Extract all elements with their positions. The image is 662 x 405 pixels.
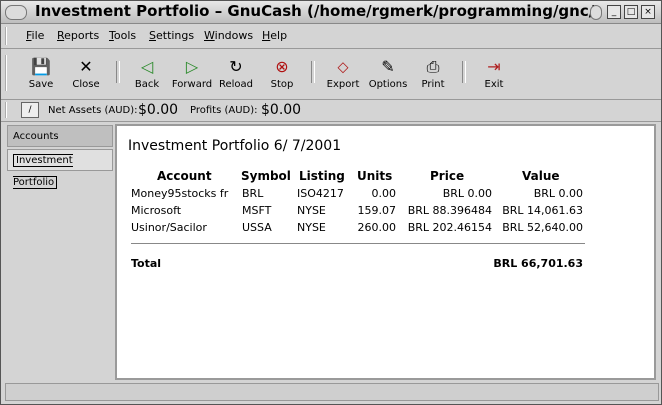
table-row-symbol: MSFT <box>242 204 272 217</box>
title-bar[interactable]: Investment Portfolio – GnuCash (/home/rg… <box>1 1 661 24</box>
column-header-account: Account <box>157 169 212 183</box>
menu-tools[interactable]: Tools <box>109 29 136 42</box>
total-divider <box>131 243 585 244</box>
table-row-listing: NYSE <box>297 221 326 234</box>
close-window-button[interactable]: × <box>641 5 655 19</box>
column-header-listing: Listing <box>299 169 345 183</box>
exit-button[interactable]: ⇥ Exit <box>471 53 517 95</box>
total-label: Total <box>131 257 162 270</box>
options-icon: ✎ <box>381 57 395 76</box>
tab-investment-portfolio-label: Investment Portfolio <box>13 154 73 189</box>
status-bar <box>5 383 659 401</box>
exit-icon: ⇥ <box>487 57 501 76</box>
net-assets-label: Net Assets (AUD): <box>48 105 138 116</box>
tab-investment-portfolio[interactable]: Investment Portfolio <box>7 149 113 189</box>
shade-button[interactable] <box>590 5 602 20</box>
toolbar-grip-handle[interactable] <box>5 55 13 91</box>
toolbar-separator <box>311 61 315 83</box>
summary-bar: / Net Assets (AUD): $0.00 Profits (AUD):… <box>1 100 661 122</box>
reload-icon: ↻ <box>229 57 243 76</box>
table-row-listing: NYSE <box>297 204 326 217</box>
exit-label: Exit <box>484 79 504 90</box>
column-header-value: Value <box>522 169 560 183</box>
table-row-value: BRL 52,640.00 <box>502 221 583 234</box>
table-row-price: BRL 202.46154 <box>407 221 492 234</box>
minimize-button[interactable]: _ <box>607 5 621 19</box>
maximize-button[interactable]: □ <box>624 5 638 19</box>
print-button[interactable]: ⎙ Print <box>410 53 456 95</box>
table-row-symbol: USSA <box>242 221 272 234</box>
table-row-account: Usinor/Sacilor <box>131 221 207 234</box>
options-button[interactable]: ✎ Options <box>365 53 411 95</box>
table-row-price: BRL 0.00 <box>442 187 492 200</box>
table-row-units: 260.00 <box>357 221 397 234</box>
tab-accounts[interactable]: Accounts <box>7 125 113 147</box>
toolbar-separator <box>462 61 466 83</box>
profits-label: Profits (AUD): <box>190 105 258 116</box>
summary-toggle-button[interactable]: / <box>21 102 39 118</box>
close-button[interactable]: ✕ Close <box>63 53 109 95</box>
menu-help[interactable]: Help <box>262 29 287 42</box>
print-label: Print <box>421 79 445 90</box>
table-row-price: BRL 88.396484 <box>407 204 492 217</box>
export-icon: ⬦ <box>337 57 349 76</box>
menu-file[interactable]: File <box>26 29 44 42</box>
gnucash-window: Investment Portfolio – GnuCash (/home/rg… <box>0 0 662 405</box>
table-row-value: BRL 0.00 <box>533 187 583 200</box>
options-label: Options <box>368 79 408 90</box>
back-label: Back <box>134 79 160 90</box>
column-header-price: Price <box>430 169 465 183</box>
table-row-units: 0.00 <box>371 187 397 200</box>
report-title: Investment Portfolio 6/ 7/2001 <box>128 138 342 154</box>
forward-arrow-icon: ▷ <box>185 57 199 76</box>
column-header-units: Units <box>357 169 393 183</box>
close-x-icon: ✕ <box>79 57 93 76</box>
table-row-account: Microsoft <box>131 204 182 217</box>
forward-button[interactable]: ▷ Forward <box>169 53 215 95</box>
report-panel: Investment Portfolio 6/ 7/2001 Account S… <box>115 124 656 380</box>
save-label: Save <box>28 79 54 90</box>
printer-icon: ⎙ <box>426 57 440 76</box>
tab-accounts-label: Accounts <box>13 131 59 142</box>
save-button[interactable]: 💾 Save <box>18 53 64 95</box>
profits-value: $0.00 <box>261 102 302 118</box>
table-row-listing: ISO4217 <box>297 187 344 200</box>
net-assets-value: $0.00 <box>138 102 179 118</box>
toolbar-separator <box>116 61 120 83</box>
menu-settings[interactable]: Settings <box>149 29 194 42</box>
column-header-symbol: Symbol <box>241 169 291 183</box>
table-row-symbol: BRL <box>242 187 264 200</box>
back-button[interactable]: ◁ Back <box>124 53 170 95</box>
stop-label: Stop <box>270 79 294 90</box>
window-title: Investment Portfolio – GnuCash (/home/rg… <box>35 2 595 20</box>
table-row-value: BRL 14,061.63 <box>502 204 583 217</box>
floppy-disk-icon: 💾 <box>31 57 51 76</box>
close-label: Close <box>72 79 100 90</box>
reload-label: Reload <box>218 79 254 90</box>
page-tabs: Accounts Investment Portfolio <box>7 125 113 375</box>
menu-windows[interactable]: Windows <box>204 29 253 42</box>
forward-label: Forward <box>171 79 213 90</box>
window-menu-button[interactable] <box>5 5 27 20</box>
reload-button[interactable]: ↻ Reload <box>213 53 259 95</box>
menubar-grip-handle[interactable] <box>5 27 13 45</box>
total-value: BRL 66,701.63 <box>493 257 583 270</box>
menu-reports[interactable]: Reports <box>57 29 99 42</box>
export-label: Export <box>326 79 360 90</box>
stop-icon: ⊗ <box>275 57 289 76</box>
toolbar: 💾 Save ✕ Close ◁ Back ▷ Forward ↻ Reload… <box>1 49 661 100</box>
table-row-units: 159.07 <box>357 204 397 217</box>
back-arrow-icon: ◁ <box>140 57 154 76</box>
menu-bar: File Reports Tools Settings Windows Help <box>1 24 661 49</box>
stop-button[interactable]: ⊗ Stop <box>259 53 305 95</box>
table-row-account: Money95stocks fr <box>131 187 229 200</box>
summarybar-grip-handle[interactable] <box>5 102 13 118</box>
export-button[interactable]: ⬦ Export <box>320 53 366 95</box>
